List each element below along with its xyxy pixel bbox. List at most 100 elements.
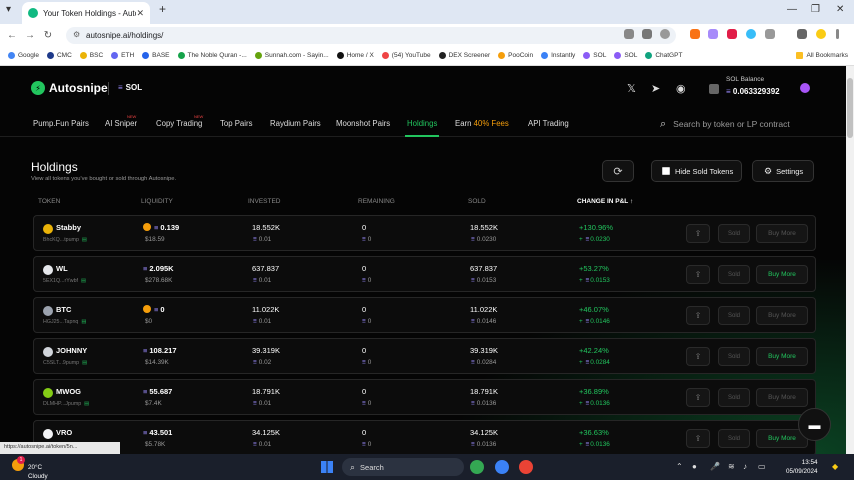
nav-earn[interactable]: Earn 40% Fees	[455, 119, 509, 128]
copy-icon[interactable]: ▤	[84, 401, 89, 407]
avatar[interactable]	[800, 83, 810, 93]
bookmark-item[interactable]: BASE	[142, 52, 170, 59]
chrome-profile-taskbar-icon[interactable]	[519, 460, 533, 474]
discord-icon[interactable]: ◉	[676, 82, 686, 95]
settings-button[interactable]: ⚙ Settings	[752, 160, 814, 182]
nav-api-trading[interactable]: API Trading	[528, 119, 569, 128]
site-info-icon[interactable]: ⚙	[73, 30, 80, 39]
x-twitter-icon[interactable]: 𝕏	[627, 82, 636, 95]
nav-pumpfun-pairs[interactable]: Pump.Fun Pairs	[33, 119, 89, 128]
back-icon[interactable]: ←	[3, 30, 21, 41]
taskbar-search[interactable]: ⌕ Search	[342, 458, 464, 476]
hide-sold-toggle[interactable]: Hide Sold Tokens	[651, 160, 742, 182]
copy-icon[interactable]: ▤	[82, 360, 87, 366]
bookmark-item[interactable]: The Noble Quran -...	[177, 52, 247, 59]
bookmark-item[interactable]: ChatGPT	[645, 52, 682, 59]
copy-icon[interactable]: ▤	[82, 237, 87, 243]
buy-more-button[interactable]: Buy More	[756, 306, 808, 325]
eye-off-icon[interactable]	[642, 29, 652, 39]
buy-more-button[interactable]: Buy More	[756, 347, 808, 366]
table-row[interactable]: BTC HGJ25...Tapnq ▤ ≡ 0 $0 11.022K ≡ 0.01 0 ≡ 0 11.0…	[33, 297, 816, 333]
share-button[interactable]: ⇪	[686, 347, 710, 366]
logo[interactable]: ⚡ Autosnipe	[31, 81, 108, 95]
copy-icon[interactable]: ▤	[81, 319, 86, 325]
profile-avatar-icon[interactable]	[816, 29, 826, 39]
sold-button[interactable]: Sold	[718, 306, 750, 325]
nav-top-pairs[interactable]: Top Pairs	[220, 119, 253, 128]
install-app-icon[interactable]	[624, 29, 634, 39]
share-button[interactable]: ⇪	[686, 388, 710, 407]
bookmark-item[interactable]: ETH	[111, 52, 134, 59]
bookmark-item[interactable]: PooCoin	[498, 52, 533, 59]
reload-icon[interactable]: ↻	[39, 30, 57, 41]
sold-button[interactable]: Sold	[718, 224, 750, 243]
url-bar[interactable]: ⚙ autosnipe.ai/holdings/	[66, 27, 676, 44]
nav-moonshot-pairs[interactable]: Moonshot Pairs	[336, 119, 390, 128]
bookmark-item[interactable]: (54) YouTube	[381, 52, 431, 59]
nav-holdings[interactable]: Holdings	[407, 119, 437, 128]
chat-support-button[interactable]: ▬	[798, 408, 831, 441]
share-button[interactable]: ⇪	[686, 306, 710, 325]
table-row[interactable]: Stabby BhcKQ...tpump ▤ ≡ 0.139 $18.59 18.552K ≡…	[33, 215, 816, 251]
all-bookmarks[interactable]: All Bookmarks	[796, 52, 848, 59]
close-tab-icon[interactable]: ✕	[136, 8, 144, 19]
buy-more-button[interactable]: Buy More	[756, 224, 808, 243]
star-icon[interactable]	[660, 29, 670, 39]
token-name[interactable]: VRO	[56, 428, 72, 437]
minimize-icon[interactable]: —	[787, 4, 797, 15]
share-button[interactable]: ⇪	[686, 265, 710, 284]
scrollbar-thumb[interactable]	[847, 78, 853, 138]
chrome-taskbar-icon[interactable]	[470, 460, 484, 474]
buy-more-button[interactable]: Buy More	[756, 388, 808, 407]
token-name[interactable]: MWOG	[56, 387, 81, 396]
phantom-extension-icon[interactable]	[708, 29, 718, 39]
share-button[interactable]: ⇪	[686, 224, 710, 243]
token-name[interactable]: JOHNNY	[56, 346, 87, 355]
bookmark-item[interactable]: BSC	[79, 52, 103, 59]
tray-chevron-icon[interactable]: ⌃	[676, 462, 683, 471]
token-search[interactable]: ⌕ Search by token or LP contract	[660, 115, 840, 133]
browser-tab[interactable]: Your Token Holdings - Autosnip ✕	[22, 2, 150, 24]
forward-icon[interactable]: →	[21, 30, 39, 41]
extension-icon[interactable]	[746, 29, 756, 39]
bookmark-item[interactable]: Google	[8, 52, 39, 59]
telegram-taskbar-icon[interactable]	[495, 460, 509, 474]
token-name[interactable]: BTC	[56, 305, 71, 314]
bookmark-item[interactable]: DEX Screener	[438, 52, 490, 59]
nav-raydium-pairs[interactable]: Raydium Pairs	[270, 119, 321, 128]
bookmark-item[interactable]: Sunnah.com - Sayin...	[254, 52, 329, 59]
sold-button[interactable]: Sold	[718, 429, 750, 448]
page-scrollbar[interactable]	[846, 66, 854, 454]
nav-ai-sniper[interactable]: AI Sniper NEW	[105, 114, 137, 128]
column-header-liquidity[interactable]: LIQUIDITY	[141, 198, 173, 205]
copilot-icon[interactable]: ◆	[832, 462, 838, 471]
tray-app-icon[interactable]: ●	[692, 462, 697, 471]
bookmark-item[interactable]: Home / X	[336, 52, 374, 59]
restore-icon[interactable]: ❐	[811, 4, 820, 15]
bookmark-item[interactable]: Instantly	[541, 52, 575, 59]
token-name[interactable]: Stabby	[56, 223, 81, 232]
menu-icon[interactable]	[836, 29, 839, 39]
nav-copy-trading[interactable]: Copy Trading NEW	[156, 114, 203, 128]
bookmark-item[interactable]: SOL	[614, 52, 637, 59]
puzzle-extensions-icon[interactable]	[765, 29, 775, 39]
token-name[interactable]: WL	[56, 264, 68, 273]
wifi-icon[interactable]: ≋	[728, 462, 735, 471]
copy-icon[interactable]: ▤	[81, 278, 86, 284]
windows-start-icon[interactable]	[321, 461, 333, 473]
extension-icon[interactable]	[727, 29, 737, 39]
tab-list-icon[interactable]: ▾	[6, 4, 11, 15]
battery-icon[interactable]: ▭	[758, 462, 766, 471]
microphone-icon[interactable]: 🎤	[710, 462, 720, 471]
column-header-remaining[interactable]: REMAINING	[358, 198, 395, 205]
buy-more-button[interactable]: Buy More	[756, 265, 808, 284]
sold-button[interactable]: Sold	[718, 265, 750, 284]
metamask-extension-icon[interactable]	[690, 29, 700, 39]
bookmark-item[interactable]: SOL	[583, 52, 606, 59]
table-row[interactable]: MWOG DLMHP...Jpump ▤ ≡ 55.687 $7.4K 18.791K ≡ 0.…	[33, 379, 816, 415]
new-tab-icon[interactable]: +	[159, 2, 166, 16]
column-header-token[interactable]: TOKEN	[38, 198, 60, 205]
window-close-icon[interactable]: ✕	[836, 4, 844, 15]
checkbox[interactable]	[662, 167, 670, 175]
refresh-button[interactable]: ⟳	[602, 160, 634, 182]
